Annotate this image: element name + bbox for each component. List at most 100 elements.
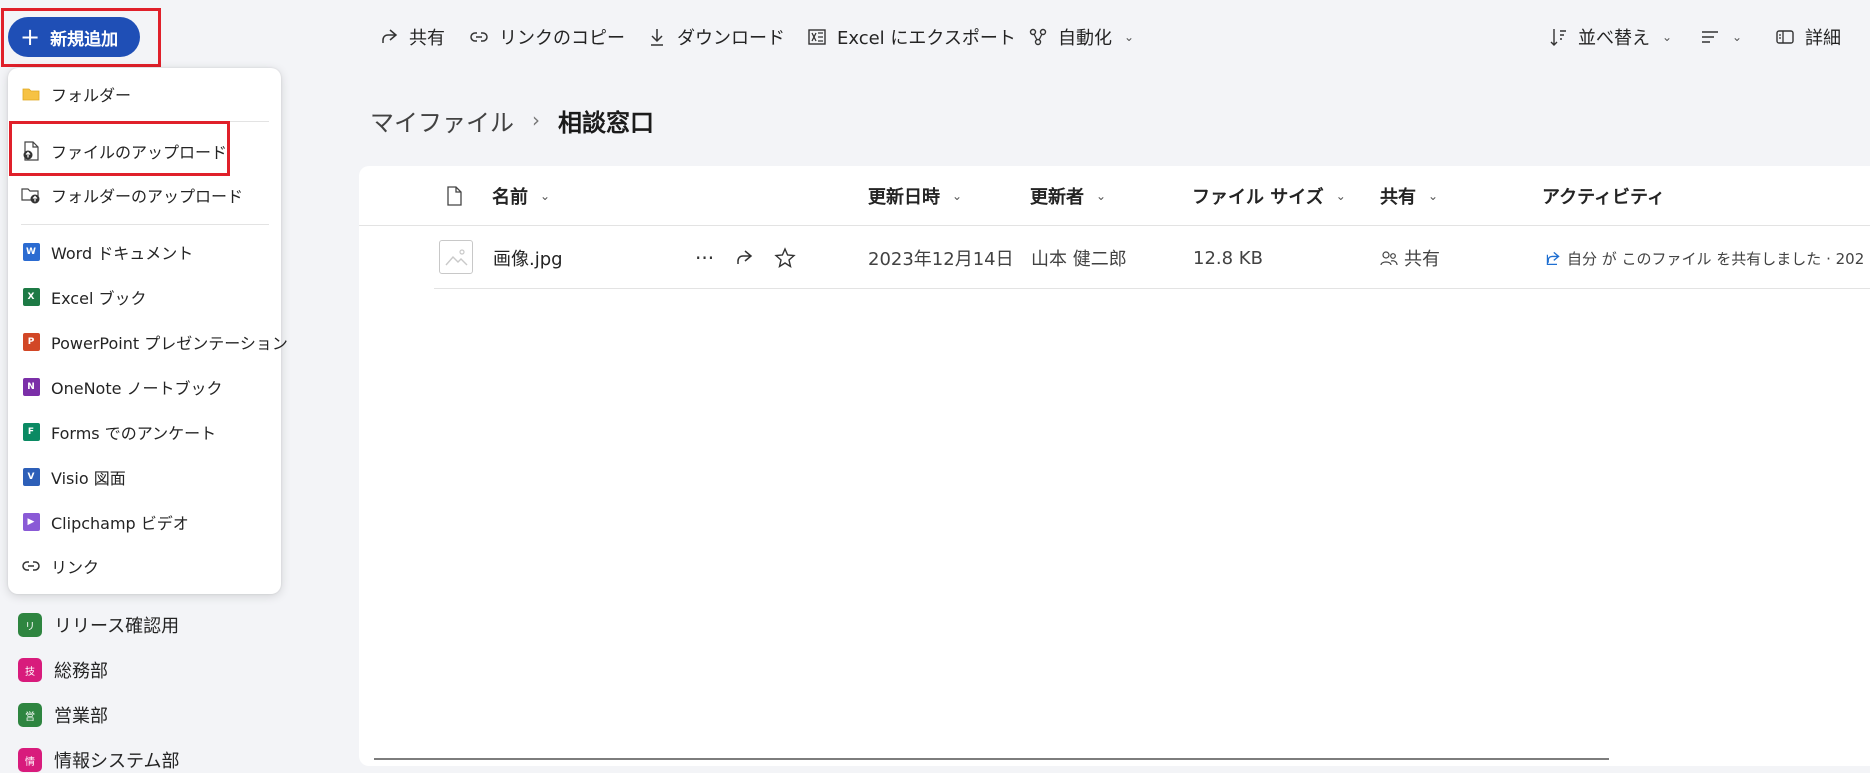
menu-item-label: Clipchamp ビデオ <box>51 514 189 533</box>
nav-item-label: リリース確認用 <box>54 616 180 637</box>
column-header-sharing[interactable]: 共有 ⌄ <box>1380 183 1438 209</box>
details-button[interactable]: 詳細 <box>1775 22 1841 52</box>
nav-item-it[interactable]: 情 情報システム部 <box>18 745 179 773</box>
automate-button[interactable]: 自動化 ⌄ <box>1028 22 1134 52</box>
nav-item-label: 情報システム部 <box>54 751 180 772</box>
link-icon <box>470 32 488 42</box>
download-label: ダウンロード <box>677 28 785 49</box>
file-activity-text: 自分 が このファイル を共有しました · 202 <box>1567 249 1865 268</box>
share-icon <box>382 29 398 43</box>
image-thumbnail-icon <box>439 240 473 274</box>
share-label: 共有 <box>409 28 445 49</box>
column-header-file-size[interactable]: ファイル サイズ ⌄ <box>1192 183 1346 209</box>
activity-share-icon <box>1546 251 1560 265</box>
download-icon <box>651 29 663 46</box>
breadcrumb-root[interactable]: マイファイル <box>370 103 514 138</box>
column-modified-label: 更新日時 <box>868 187 940 208</box>
breadcrumb-current: 相談窓口 <box>558 108 654 137</box>
new-menu: フォルダー ファイルのアップロード フォルダーのアップロード W Word ドキ… <box>8 68 288 594</box>
menu-item-folder-upload[interactable]: フォルダーのアップロード <box>21 178 243 212</box>
row-share-icon[interactable] <box>734 245 754 271</box>
column-header-activity[interactable]: アクティビティ <box>1542 183 1665 209</box>
column-activity-label: アクティビティ <box>1542 187 1665 208</box>
export-excel-button[interactable]: Excel にエクスポート <box>807 22 1016 52</box>
menu-item-label: リンク <box>51 558 100 577</box>
horizontal-scrollbar[interactable] <box>374 758 1609 760</box>
download-button[interactable]: ダウンロード <box>647 22 785 52</box>
chevron-down-icon: ⌄ <box>1732 30 1743 44</box>
menu-divider <box>21 224 269 225</box>
menu-item-forms[interactable]: F Forms でのアンケート <box>21 415 216 449</box>
menu-item-visio[interactable]: V Visio 図面 <box>21 460 126 494</box>
nav-item-label: 総務部 <box>54 661 108 682</box>
menu-item-clipchamp[interactable]: ▶ Clipchamp ビデオ <box>21 505 189 539</box>
file-modified-by[interactable]: 山本 健二郎 <box>1031 245 1127 271</box>
excel-icon: X <box>22 288 40 306</box>
app-root: リ リリース確認用 技 総務部 営 営業部 情 情報システム部 + 新規追加 共… <box>0 0 1870 773</box>
sort-icon <box>1550 29 1566 46</box>
menu-item-label: ファイルのアップロード <box>51 143 228 162</box>
nav-item-general-affairs[interactable]: 技 総務部 <box>18 655 108 685</box>
file-sharing[interactable]: 共有 <box>1380 245 1440 271</box>
chevron-down-icon: ⌄ <box>1662 30 1673 44</box>
column-modified-by-label: 更新者 <box>1030 187 1084 208</box>
column-header-modified[interactable]: 更新日時 ⌄ <box>868 183 962 209</box>
chevron-down-icon: ⌄ <box>1428 189 1439 203</box>
menu-item-file-upload[interactable]: ファイルのアップロード <box>21 134 227 168</box>
new-button[interactable]: + 新規追加 <box>8 17 140 57</box>
column-header-modified-by[interactable]: 更新者 ⌄ <box>1030 183 1106 209</box>
nav-avatar: リ <box>18 613 42 637</box>
nav-item-sales[interactable]: 営 営業部 <box>18 700 108 730</box>
word-icon: W <box>22 243 40 261</box>
copy-link-button[interactable]: リンクのコピー <box>469 22 625 52</box>
nav-item-release[interactable]: リ リリース確認用 <box>18 610 179 640</box>
file-modified: 2023年12月14日 <box>868 249 1014 270</box>
file-name[interactable]: 画像.jpg <box>493 245 563 271</box>
menu-item-link[interactable]: リンク <box>21 549 99 583</box>
menu-item-label: PowerPoint プレゼンテーション <box>51 334 288 353</box>
clipchamp-icon: ▶ <box>22 513 40 531</box>
menu-item-excel[interactable]: X Excel ブック <box>21 280 146 314</box>
menu-item-powerpoint[interactable]: P PowerPoint プレゼンテーション <box>21 325 288 359</box>
view-options-button[interactable]: ⌄ <box>1700 22 1742 52</box>
menu-item-label: Visio 図面 <box>51 469 126 488</box>
menu-item-label: OneNote ノートブック <box>51 379 223 398</box>
sort-button[interactable]: 並べ替え ⌄ <box>1548 22 1672 52</box>
folder-upload-icon <box>21 185 41 205</box>
menu-item-label: フォルダーのアップロード <box>51 187 244 206</box>
favorite-star-icon[interactable] <box>774 245 796 271</box>
automate-icon <box>1029 28 1047 46</box>
powerpoint-icon: P <box>22 333 40 351</box>
file-sharing-label: 共有 <box>1404 249 1440 270</box>
chevron-down-icon: ⌄ <box>1335 189 1346 203</box>
file-list-panel: 名前 ⌄ 更新日時 ⌄ 更新者 ⌄ ファイル サイズ ⌄ 共有 ⌄ アクティビテ… <box>359 166 1870 766</box>
onenote-icon: N <box>22 378 40 396</box>
view-list-icon <box>1702 31 1718 43</box>
details-pane-icon <box>1776 30 1794 44</box>
column-header-name[interactable]: 名前 ⌄ <box>492 183 550 209</box>
file-activity: 自分 が このファイル を共有しました · 202 <box>1545 245 1870 271</box>
menu-item-label: Word ドキュメント <box>51 244 194 263</box>
file-icon <box>447 186 462 206</box>
file-size: 12.8 KB <box>1193 247 1263 269</box>
nav-avatar: 技 <box>18 658 42 682</box>
share-button[interactable]: 共有 <box>379 22 445 52</box>
excel-export-icon <box>808 29 826 45</box>
folder-icon <box>21 84 41 104</box>
more-actions-icon[interactable]: ··· <box>695 245 714 271</box>
forms-icon: F <box>22 423 40 441</box>
breadcrumb-separator: › <box>532 108 540 132</box>
chevron-down-icon: ⌄ <box>540 189 551 203</box>
nav-item-label: 営業部 <box>54 706 108 727</box>
file-list-header: 名前 ⌄ 更新日時 ⌄ 更新者 ⌄ ファイル サイズ ⌄ 共有 ⌄ アクティビテ… <box>359 166 1870 226</box>
visio-icon: V <box>22 468 40 486</box>
menu-item-word[interactable]: W Word ドキュメント <box>21 235 193 269</box>
menu-item-onenote[interactable]: N OneNote ノートブック <box>21 370 223 404</box>
details-label: 詳細 <box>1805 28 1841 49</box>
menu-item-folder[interactable]: フォルダー <box>21 77 131 111</box>
table-row[interactable]: 画像.jpg ··· 2023年12月14日 山本 健二郎 12.8 KB 共有… <box>434 227 1870 289</box>
file-type-header[interactable] <box>445 183 463 209</box>
chevron-down-icon: ⌄ <box>1096 189 1107 203</box>
nav-avatar: 営 <box>18 703 42 727</box>
nav-avatar: 情 <box>18 748 42 772</box>
